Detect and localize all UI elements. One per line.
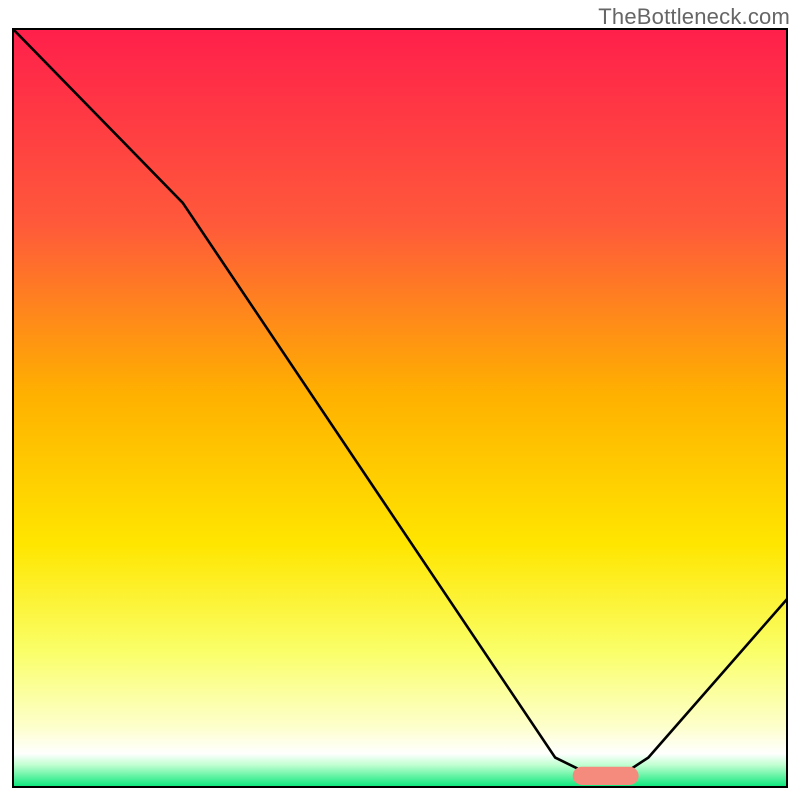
- chart-container: TheBottleneck.com: [0, 0, 800, 800]
- chart-canvas: [12, 28, 788, 788]
- heat-background: [12, 28, 788, 788]
- plot-area: [12, 28, 788, 788]
- optimal-zone-marker: [573, 767, 639, 785]
- watermark-text: TheBottleneck.com: [598, 4, 790, 30]
